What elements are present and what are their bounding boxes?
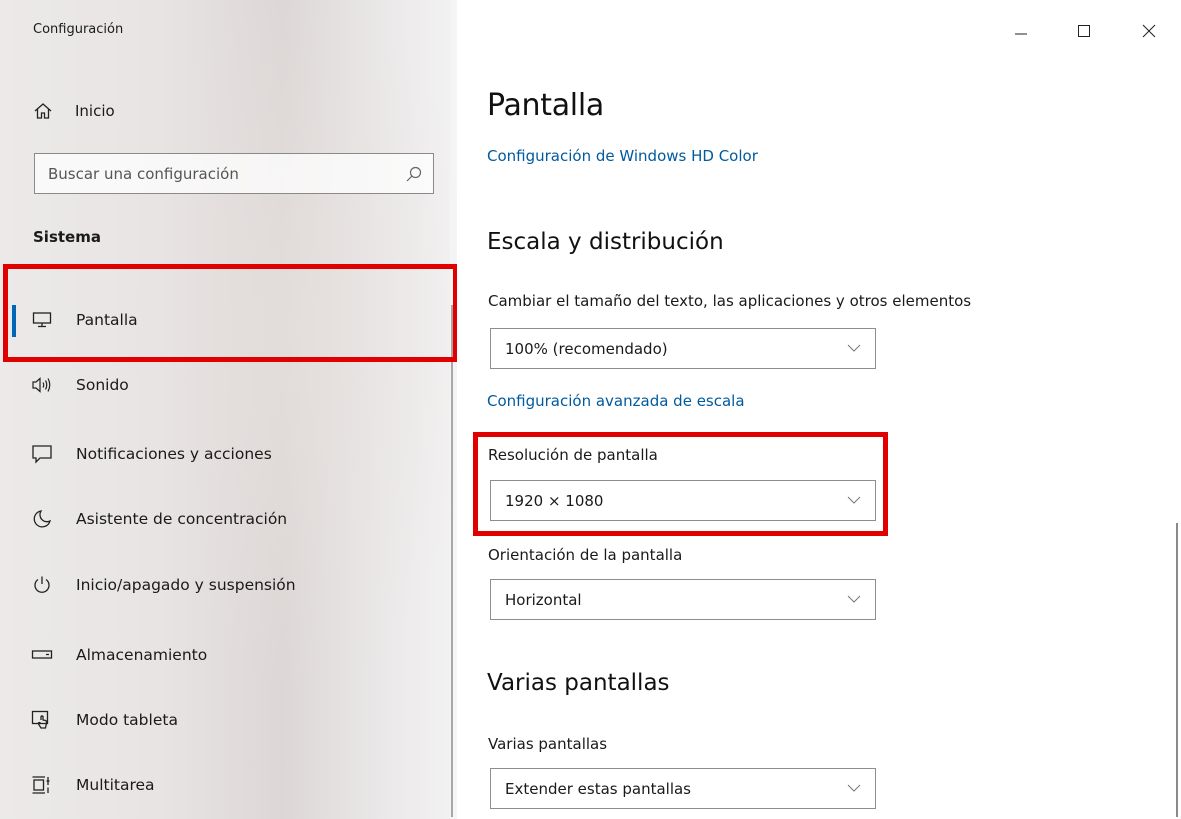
sidebar-item-label: Multitarea <box>76 776 155 794</box>
resolution-label: Resolución de pantalla <box>488 446 658 464</box>
moon-icon <box>30 507 54 531</box>
text-size-dropdown[interactable]: 100% (recomendado) <box>490 328 876 369</box>
app-title: Configuración <box>33 22 124 37</box>
multi-display-value: Extender estas pantallas <box>505 779 691 798</box>
chevron-down-icon <box>847 496 861 504</box>
multitasking-icon <box>30 773 54 797</box>
storage-icon <box>30 643 54 667</box>
sidebar-item-asistente-concentracion[interactable]: Asistente de concentración <box>0 487 450 551</box>
chevron-down-icon <box>847 595 861 603</box>
section-title: Sistema <box>33 228 101 246</box>
sidebar-item-multitarea[interactable]: Multitarea <box>0 753 450 817</box>
scale-section-title: Escala y distribución <box>487 229 724 255</box>
sidebar-item-label: Inicio/apagado y suspensión <box>76 576 296 594</box>
page-title: Pantalla <box>487 88 604 123</box>
hd-color-link[interactable]: Configuración de Windows HD Color <box>487 147 758 165</box>
close-button[interactable] <box>1127 14 1171 48</box>
multi-display-label: Varias pantallas <box>488 735 608 753</box>
minimize-button[interactable] <box>999 14 1043 48</box>
speaker-icon <box>30 373 54 397</box>
sidebar-item-almacenamiento[interactable]: Almacenamiento <box>0 623 450 687</box>
sidebar: Configuración Inicio Sistema Pan <box>0 0 457 819</box>
sidebar-item-inicio-apagado[interactable]: Inicio/apagado y suspensión <box>0 553 450 617</box>
text-size-value: 100% (recomendado) <box>505 339 668 358</box>
sidebar-item-label: Almacenamiento <box>76 646 208 664</box>
main-pane: Pantalla Configuración de Windows HD Col… <box>457 0 1181 819</box>
search-box[interactable] <box>34 153 434 194</box>
sidebar-item-modo-tableta[interactable]: Modo tableta <box>0 688 450 752</box>
sidebar-item-pantalla[interactable]: Pantalla <box>0 288 450 352</box>
sidebar-item-notificaciones[interactable]: Notificaciones y acciones <box>0 422 450 486</box>
notification-icon <box>30 442 54 466</box>
tablet-mode-icon <box>30 708 54 732</box>
home-nav-item[interactable]: Inicio <box>33 96 115 126</box>
sidebar-item-label: Asistente de concentración <box>76 510 288 528</box>
close-icon <box>1142 24 1156 38</box>
chevron-down-icon <box>847 344 861 352</box>
resolution-value: 1920 × 1080 <box>505 491 604 510</box>
sidebar-item-label: Pantalla <box>76 311 138 329</box>
power-icon <box>30 573 54 597</box>
minimize-icon <box>1015 33 1027 35</box>
monitor-icon <box>30 308 54 332</box>
sidebar-scrollbar[interactable] <box>451 305 453 817</box>
sidebar-item-label: Sonido <box>76 376 129 394</box>
advanced-scale-link[interactable]: Configuración avanzada de escala <box>487 392 745 410</box>
main-scrollbar[interactable] <box>1176 523 1178 817</box>
home-icon <box>33 101 53 121</box>
orientation-dropdown[interactable]: Horizontal <box>490 579 876 620</box>
sidebar-item-label: Notificaciones y acciones <box>76 445 272 463</box>
home-label: Inicio <box>75 102 115 120</box>
orientation-value: Horizontal <box>505 590 582 609</box>
active-indicator <box>12 305 16 337</box>
sidebar-item-sonido[interactable]: Sonido <box>0 353 450 417</box>
maximize-icon <box>1078 25 1090 37</box>
resolution-dropdown[interactable]: 1920 × 1080 <box>490 480 876 521</box>
search-input[interactable] <box>48 164 405 183</box>
maximize-button[interactable] <box>1062 14 1106 48</box>
multi-display-section-title: Varias pantallas <box>487 670 670 696</box>
search-icon[interactable] <box>405 165 423 183</box>
text-size-label: Cambiar el tamaño del texto, las aplicac… <box>488 292 972 310</box>
orientation-label: Orientación de la pantalla <box>488 546 683 564</box>
chevron-down-icon <box>847 784 861 792</box>
multi-display-dropdown[interactable]: Extender estas pantallas <box>490 768 876 809</box>
sidebar-item-label: Modo tableta <box>76 711 178 729</box>
